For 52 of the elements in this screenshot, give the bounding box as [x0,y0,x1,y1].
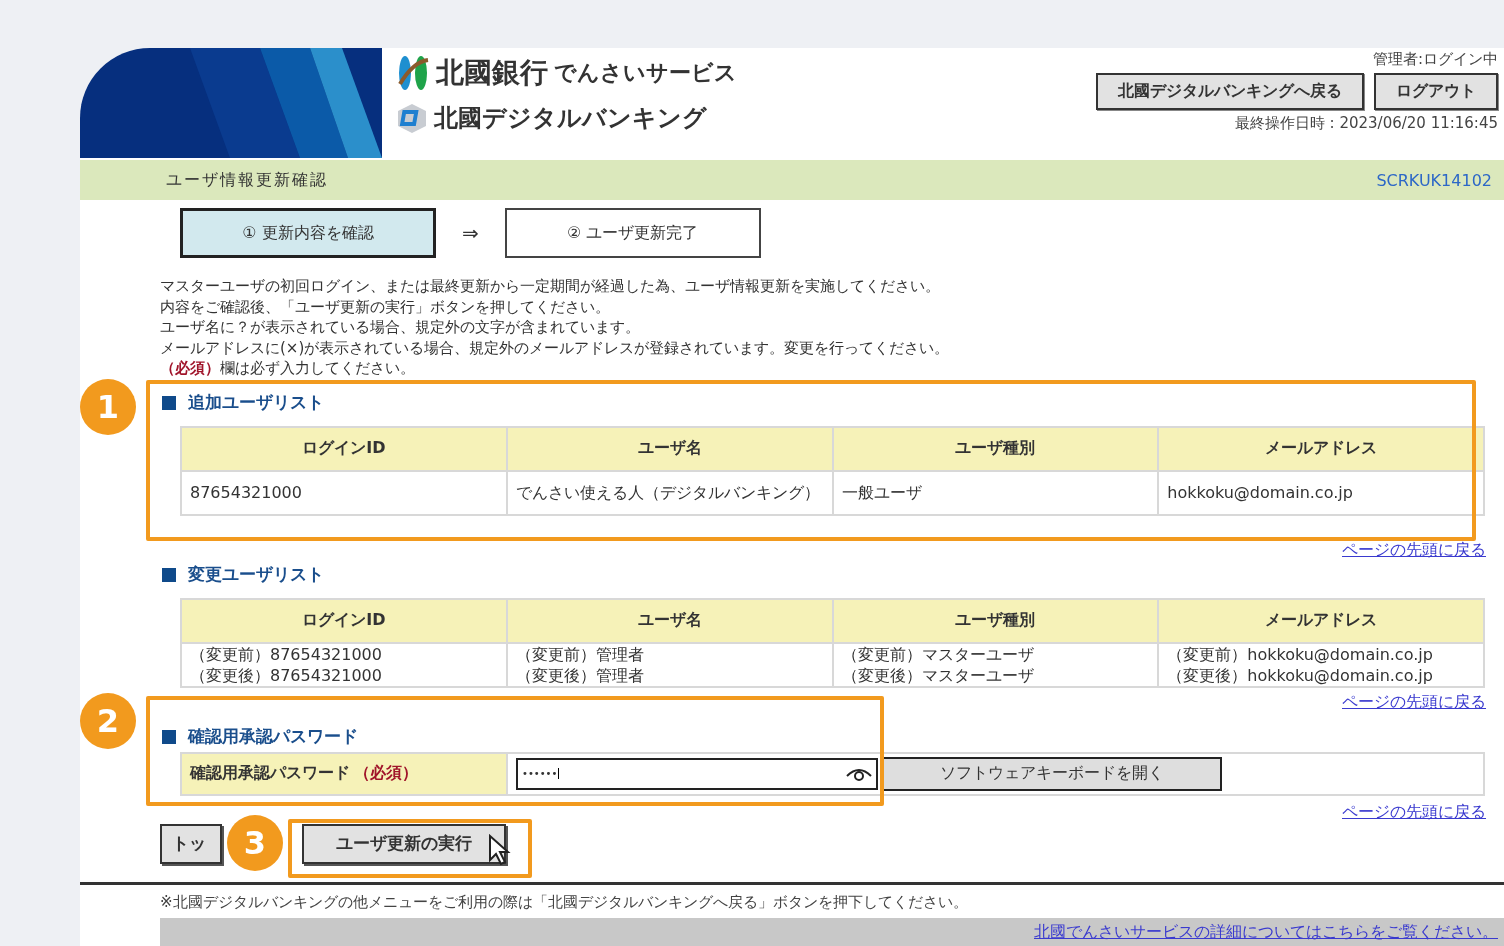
page-top-link[interactable]: ページの先頭に戻る [1342,801,1486,824]
section-title: 変更ユーザリスト [188,563,324,586]
step-indicator: ② ユーザ更新完了 [504,208,761,258]
logout-button[interactable]: ログアウト [1374,73,1498,110]
instruction-text: ユーザ名に？が表示されている場合、規定外の文字が含まれています。 [160,317,641,338]
software-keyboard-button[interactable]: ソフトウェアキーボードを開く [882,756,1222,791]
page-title: ユーザ情報更新確認 [166,169,328,191]
table-cell: （変更前）管理者 （変更後）管理者 [506,642,833,687]
table-cell: でんさい使える人（デジタルバンキング） [506,470,833,515]
section-title: 確認用承認パスワード [188,725,358,748]
section-marker-icon [162,567,176,582]
column-header: ユーザ種別 [832,426,1159,471]
column-header: ユーザ名 [506,598,833,643]
section-title: 追加ユーザリスト [188,391,324,414]
instruction-text: 内容をご確認後、「ユーザ更新の実行」ボタンを押してください。 [160,296,611,317]
section-marker-icon [162,395,176,410]
section-marker-icon [162,729,176,744]
bank-logo-icon [396,54,430,92]
brand-name: 北國銀行 [436,55,548,91]
execute-update-button[interactable]: ユーザ更新の実行 [302,823,506,864]
page-top-link[interactable]: ページの先頭に戻る [1342,539,1486,562]
instruction-text: マスターユーザの初回ログイン、または最終更新から一定期間が経過した為、ユーザ情報更新を実施してください。 [160,276,941,297]
password-field[interactable]: •••••• [516,757,878,790]
column-header: ユーザ種別 [832,598,1159,643]
service-name: でんさいサービス [554,59,737,87]
login-status: 管理者:ログイン中 [1372,50,1498,69]
back-button[interactable]: 北國デジタルバンキングへ戻る [1096,73,1364,110]
column-header: ログインID [181,598,507,643]
table-cell: 一般ユーザ [832,470,1159,515]
instruction-text: メールアドレスに(×)が表示されている場合、規定外のメールアドレスが登録されています。変更を行ってください。 [160,337,951,358]
last-operation-time: 最終操作日時 : 2023/06/20 11:16:45 [1234,114,1498,133]
page-top-link[interactable]: ページの先頭に戻る [1342,691,1486,714]
column-header: ログインID [181,426,507,471]
password-label: 確認用承認パスワード （必須） [182,753,508,794]
table-cell: （変更前）hokkoku@domain.co.jp （変更後）hokkoku@domain.co.jp [1158,642,1484,687]
table-cell: （変更前）87654321000 （変更後）87654321000 [181,642,507,687]
step-arrow: ⇒ [461,221,480,245]
footer-note: ※北國デジタルバンキングの他メニューをご利用の際は「北國デジタルバンキングへ戻る」ボタンを押下してください。 [160,891,969,913]
instruction-text: （必須）欄は必ず入力してください。 [160,358,416,379]
table-cell: （変更前）マスターユーザ （変更後）マスターユーザ [832,642,1159,687]
column-header: メールアドレス [1158,598,1484,643]
column-header: メールアドレス [1158,426,1484,471]
cube-logo-icon [396,102,428,134]
screen-id: SCRKUK14102 [1376,170,1492,190]
table-cell: hokkoku@domain.co.jp [1158,470,1484,515]
sub-brand-name: 北國デジタルバンキング [434,103,707,134]
table-cell: 87654321000 [181,470,507,515]
service-details-link[interactable]: 北國でんさいサービスの詳細についてはこちらをご覧ください。 [1034,922,1498,943]
column-header: ユーザ名 [506,426,833,471]
step-indicator: ① 更新内容を確認 [180,208,436,258]
mouse-pointer-icon [488,834,512,866]
top-button[interactable]: トッ [160,823,222,864]
